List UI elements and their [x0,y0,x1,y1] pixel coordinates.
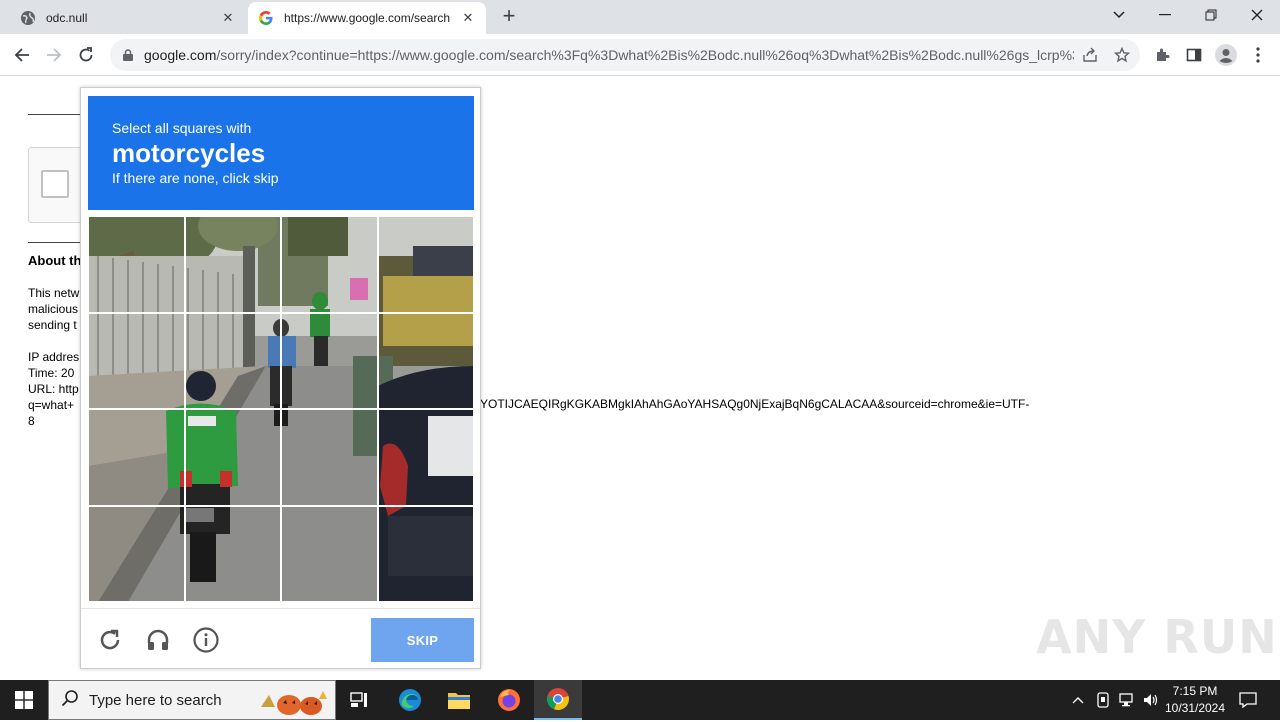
challenge-header: Select all squares with motorcycles If t… [88,96,474,210]
grid-tile[interactable] [88,409,185,506]
side-panel-icon[interactable] [1182,43,1206,67]
firefox-icon[interactable] [485,680,533,720]
grid-tile[interactable] [88,312,185,409]
grid-tile[interactable] [88,505,185,602]
target-object: motorcycles [112,138,266,168]
system-clock[interactable]: 7:15 PM 10/31/2024 [1160,683,1230,717]
globe-icon [20,10,36,26]
url-text: google.com/sorry/index?continue=https://… [144,47,1074,63]
recaptcha-checkbox[interactable] [41,170,69,198]
url-continuation: YOTIJCAEQIRgKGKABMgkIAhAhGAoYAHSAQg0NjEx… [480,397,1030,411]
bookmark-star-icon[interactable] [1112,45,1132,65]
about-heading: About th [28,253,82,268]
close-icon[interactable]: ✕ [220,10,236,26]
grid-tile[interactable] [184,505,281,602]
url-domain: google.com [144,47,217,63]
info-line: IP addres [28,350,80,364]
grid-tile[interactable] [184,312,281,409]
instruction-line: Select all squares with [112,120,252,136]
instruction-hint: If there are none, click skip [112,170,279,186]
tab-title: odc.null [46,11,88,25]
grid-tile[interactable] [88,216,185,313]
grid-tile[interactable] [377,409,474,506]
grid-tile[interactable] [281,216,378,313]
google-icon [258,10,274,26]
recaptcha-challenge-popup: Select all squares with motorcycles If t… [80,87,481,669]
grid-tile[interactable] [377,312,474,409]
profile-avatar-icon[interactable] [1214,43,1238,67]
back-icon[interactable] [10,43,34,67]
tab-google-search[interactable]: https://www.google.com/search ✕ [248,2,486,34]
task-view-icon[interactable] [336,680,384,720]
grid-tile[interactable] [281,312,378,409]
divider [28,114,88,115]
restore-icon[interactable] [1188,0,1234,30]
extensions-icon[interactable] [1150,43,1174,67]
audio-challenge-icon[interactable] [145,627,171,653]
search-placeholder: Type here to search [89,691,222,709]
challenge-footer: SKIP [81,608,480,668]
menu-kebab-icon[interactable] [1246,43,1270,67]
anyrun-watermark: ANY RUN [1036,610,1278,664]
notifications-icon[interactable] [1234,680,1262,720]
tab-odc-null[interactable]: odc.null ✕ [10,2,246,34]
paragraph-line: malicious [28,302,79,316]
windows-taskbar: Type here to search 7:15 PM 10/31/2024 [0,680,1280,720]
edge-browser-icon[interactable] [386,680,434,720]
file-explorer-icon[interactable] [435,680,483,720]
reload-challenge-icon[interactable] [97,627,123,653]
search-icon [61,689,79,712]
challenge-image-grid [88,216,474,602]
info-line: Time: 20 [28,366,75,380]
minimize-icon[interactable] [1142,0,1188,30]
paragraph-line: sending t [28,318,77,332]
forward-icon[interactable] [42,43,66,67]
tab-title: https://www.google.com/search [284,11,451,25]
close-window-icon[interactable] [1234,0,1280,30]
info-icon[interactable] [193,627,219,653]
divider [28,242,88,243]
network-icon[interactable] [1116,680,1138,720]
grid-tile[interactable] [377,216,474,313]
address-bar[interactable]: google.com/sorry/index?continue=https://… [110,39,1140,71]
start-windows-icon[interactable] [0,680,48,720]
chrome-icon[interactable] [534,680,582,720]
tab-search-icon[interactable] [1096,0,1142,30]
tile-grid [88,216,474,602]
recaptcha-checkbox-widget[interactable] [28,147,88,223]
paragraph-line: This netw [28,286,80,300]
grid-tile[interactable] [377,505,474,602]
clock-time: 7:15 PM [1172,684,1218,698]
lock-icon[interactable] [120,47,136,63]
tab-strip: odc.null ✕ https://www.google.com/search… [0,0,1280,34]
grid-tile[interactable] [281,505,378,602]
new-tab-button[interactable]: + [497,5,521,29]
grid-tile[interactable] [184,216,281,313]
browser-toolbar: google.com/sorry/index?continue=https://… [0,34,1280,76]
device-icon[interactable] [1092,680,1114,720]
halloween-pumpkin-icon [259,687,335,722]
chevron-up-icon[interactable] [1068,680,1088,720]
grid-tile[interactable] [281,409,378,506]
info-line: q=what+ [28,398,75,412]
share-icon[interactable] [1080,45,1100,65]
close-icon[interactable]: ✕ [460,10,476,26]
info-line: 8 [28,414,35,428]
url-path: /sorry/index?continue=https://www.google… [216,47,1074,63]
info-line: URL: http [28,382,79,396]
grid-tile[interactable] [184,409,281,506]
clock-date: 10/31/2024 [1164,701,1226,715]
volume-icon[interactable] [1140,680,1162,720]
reload-icon[interactable] [74,43,98,67]
skip-button[interactable]: SKIP [371,618,474,662]
taskbar-search-box[interactable]: Type here to search [48,680,336,720]
